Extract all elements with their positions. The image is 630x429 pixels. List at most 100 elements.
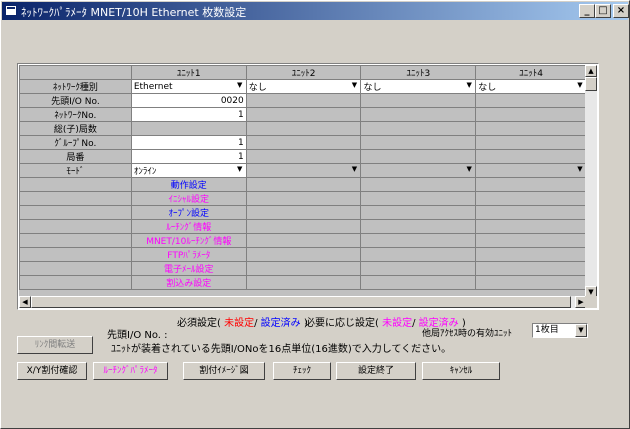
ftp-params-link[interactable]: FTPﾊﾟﾗﾒｰﾀ <box>130 247 247 262</box>
open-settings-link[interactable]: ｵｰﾌﾟﾝ設定 <box>130 205 247 220</box>
window-title: ﾈｯﾄﾜｰｸﾊﾟﾗﾒｰﾀ MNET/10H Ethernet 枚数設定 <box>21 6 247 19</box>
legend-slash: / <box>254 318 258 329</box>
network-no-input-unit1[interactable]: 1 <box>130 107 247 122</box>
mode-value: ｵﾝﾗｲﾝ <box>133 167 157 177</box>
scroll-left-icon[interactable]: ◀ <box>19 296 31 308</box>
interrupt-settings-link[interactable]: 割込み設定 <box>130 275 247 290</box>
dropdown-arrow-icon: ▼ <box>351 81 358 89</box>
other-station-value: 1枚目 <box>535 325 559 335</box>
minimize-button[interactable]: _ <box>579 4 595 18</box>
network-type-select-unit3[interactable]: なし ▼ <box>360 79 477 94</box>
start-io-cell-unit2 <box>245 93 362 108</box>
title-bar[interactable]: ﾈｯﾄﾜｰｸﾊﾟﾗﾒｰﾀ MNET/10H Ethernet 枚数設定 _ □ … <box>2 2 629 20</box>
group-no-cell-unit4 <box>475 135 587 150</box>
settings-cell <box>360 177 477 192</box>
network-no-cell-unit2 <box>245 107 362 122</box>
vertical-scroll-thumb[interactable] <box>585 77 597 91</box>
link-transfer-button[interactable]: ﾘﾝｸ間転送 <box>17 336 93 354</box>
close-button[interactable]: × <box>613 4 629 18</box>
settings-row-label <box>19 219 132 234</box>
settings-table: ﾕﾆｯﾄ1 ﾕﾆｯﾄ2 ﾕﾆｯﾄ3 ﾕﾆｯﾄ4 ﾈｯﾄﾜｰｸ種別 Etherne… <box>19 65 587 290</box>
other-station-select[interactable]: 1枚目 ▼ <box>532 323 588 338</box>
settings-cell <box>360 275 477 290</box>
row-label-mode: ﾓｰﾄﾞ <box>19 163 132 178</box>
network-type-select-unit1[interactable]: Ethernet ▼ <box>130 79 247 94</box>
group-no-cell-unit3 <box>360 135 477 150</box>
column-header-unit2: ﾕﾆｯﾄ2 <box>245 65 362 80</box>
network-type-value: なし <box>363 83 382 93</box>
settings-cell <box>360 205 477 220</box>
column-header-unit1: ﾕﾆｯﾄ1 <box>130 65 247 80</box>
settings-cell <box>360 247 477 262</box>
network-type-select-unit2[interactable]: なし ▼ <box>245 79 362 94</box>
assign-image-button[interactable]: 割付ｲﾒｰｼﾞ図 <box>183 362 265 380</box>
dropdown-arrow-icon: ▼ <box>577 165 583 173</box>
mode-select-unit4[interactable]: ▼ <box>475 163 587 178</box>
settings-row-label <box>19 233 132 248</box>
scroll-corner <box>585 296 597 308</box>
total-stations-cell-unit3 <box>360 121 477 136</box>
row-label-network-type: ﾈｯﾄﾜｰｸ種別 <box>19 79 132 94</box>
other-station-label: 他局ｱｸｾｽ時の有効ﾕﾆｯﾄ <box>422 329 513 339</box>
settings-cell <box>245 205 362 220</box>
routing-info-link[interactable]: ﾙｰﾁﾝｸﾞ情報 <box>130 219 247 234</box>
dropdown-arrow-icon: ▼ <box>351 165 358 173</box>
dropdown-arrow-icon: ▼ <box>237 165 243 173</box>
settings-row-label <box>19 191 132 206</box>
network-type-select-unit4[interactable]: なし ▼ <box>475 79 587 94</box>
mode-select-unit3[interactable]: ▼ <box>360 163 477 178</box>
network-params-window: ﾈｯﾄﾜｰｸﾊﾟﾗﾒｰﾀ MNET/10H Ethernet 枚数設定 _ □ … <box>0 0 630 429</box>
network-type-value: なし <box>248 83 267 93</box>
operation-settings-link[interactable]: 動作設定 <box>130 177 247 192</box>
settings-row-label <box>19 205 132 220</box>
start-io-help-label: 先頭I/O No. : <box>107 330 168 341</box>
settings-cell <box>245 247 362 262</box>
routing-params-button[interactable]: ﾙｰﾁﾝｸﾞﾊﾟﾗﾒｰﾀ <box>93 362 168 380</box>
row-label-station-no: 局番 <box>19 149 132 164</box>
settings-row-label <box>19 177 132 192</box>
mnet10-routing-info-link[interactable]: MNET/10ﾙｰﾁﾝｸﾞ情報 <box>130 233 247 248</box>
legend-slash: / <box>412 318 416 329</box>
mode-select-unit2[interactable]: ▼ <box>245 163 362 178</box>
settings-cell <box>245 261 362 276</box>
cancel-button[interactable]: ｷｬﾝｾﾙ <box>422 362 500 380</box>
horizontal-scrollbar[interactable]: ◀ ▶ <box>19 296 587 308</box>
group-no-input-unit1[interactable]: 1 <box>130 135 247 150</box>
initial-settings-link[interactable]: ｲﾆｼｬﾙ設定 <box>130 191 247 206</box>
row-label-start-io: 先頭I/O No. <box>19 93 132 108</box>
settings-cell <box>475 247 587 262</box>
network-no-cell-unit4 <box>475 107 587 122</box>
unit-settings-grid: ﾕﾆｯﾄ1 ﾕﾆｯﾄ2 ﾕﾆｯﾄ3 ﾕﾆｯﾄ4 ﾈｯﾄﾜｰｸ種別 Etherne… <box>17 63 599 310</box>
dropdown-arrow-icon: ▼ <box>577 81 583 89</box>
email-settings-link[interactable]: 電子ﾒｰﾙ設定 <box>130 261 247 276</box>
horizontal-scroll-thumb[interactable] <box>31 296 571 308</box>
settings-cell <box>475 261 587 276</box>
settings-cell <box>360 219 477 234</box>
scroll-up-icon[interactable]: ▲ <box>585 65 597 77</box>
settings-cell <box>245 275 362 290</box>
maximize-button[interactable]: □ <box>595 4 611 18</box>
column-header-unit4: ﾕﾆｯﾄ4 <box>475 65 587 80</box>
settings-row-label <box>19 247 132 262</box>
settings-cell <box>475 275 587 290</box>
settings-cell <box>475 177 587 192</box>
column-header-unit3: ﾕﾆｯﾄ3 <box>360 65 477 80</box>
legend-optional-label: 必要に応じ設定( <box>305 318 379 329</box>
vertical-scrollbar[interactable]: ▲ ▼ <box>585 65 597 298</box>
start-io-input-unit1[interactable]: 0020 <box>130 93 247 108</box>
settings-cell <box>245 191 362 206</box>
row-label-total-stations: 総(子)局数 <box>19 121 132 136</box>
corner-header <box>19 65 132 80</box>
xy-assign-button[interactable]: X/Y割付確認 <box>17 362 87 380</box>
settings-cell <box>245 219 362 234</box>
station-no-cell-unit2 <box>245 149 362 164</box>
legend-not-set: 未設定 <box>224 318 255 329</box>
mode-select-unit1[interactable]: ｵﾝﾗｲﾝ ▼ <box>130 163 247 178</box>
network-no-cell-unit3 <box>360 107 477 122</box>
check-button[interactable]: ﾁｪｯｸ <box>273 362 331 380</box>
station-no-input-unit1[interactable]: 1 <box>130 149 247 164</box>
finish-settings-button[interactable]: 設定終了 <box>336 362 416 380</box>
total-stations-cell-unit1 <box>130 121 247 136</box>
row-label-network-no: ﾈｯﾄﾜｰｸNo. <box>19 107 132 122</box>
settings-cell <box>245 177 362 192</box>
